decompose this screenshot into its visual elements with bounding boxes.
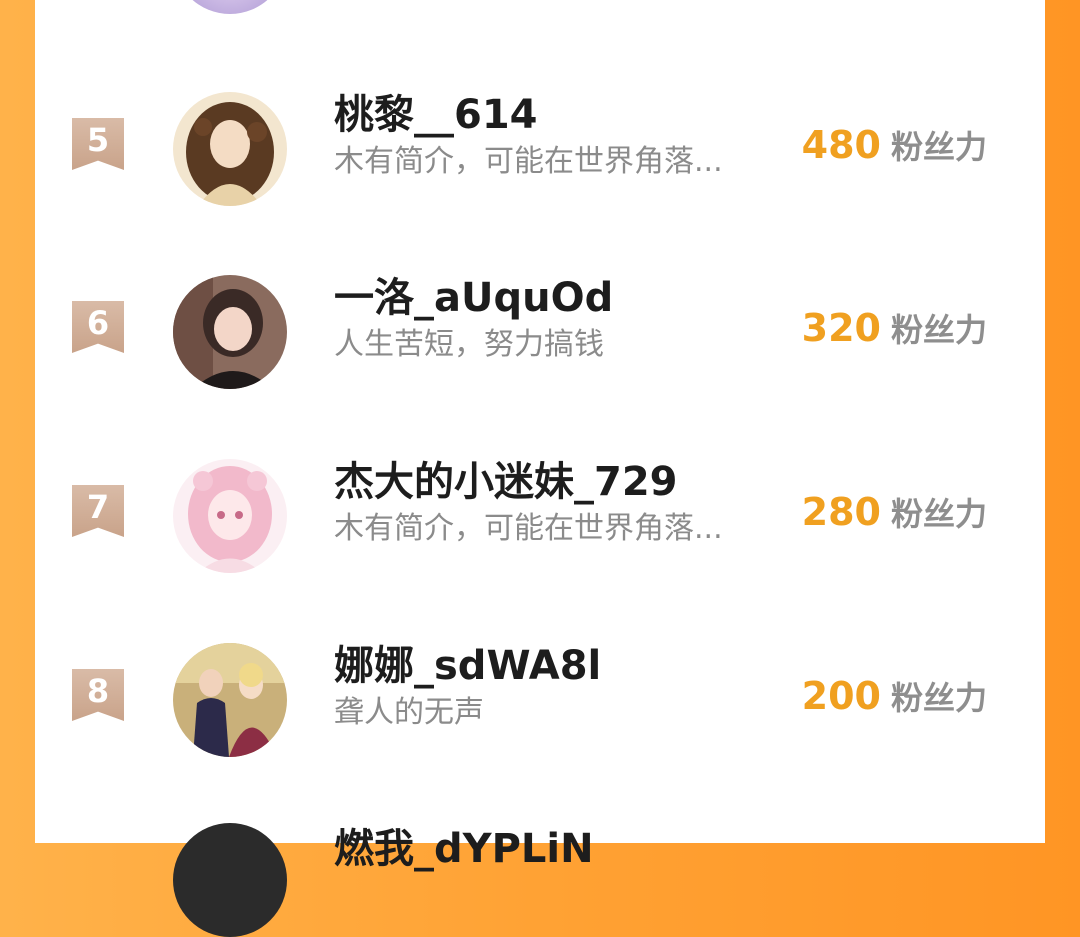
user-avatar[interactable] bbox=[173, 92, 287, 206]
fan-power: 480 粉丝力 bbox=[802, 121, 987, 177]
user-avatar[interactable] bbox=[173, 459, 287, 573]
fan-power-unit: 粉丝力 bbox=[890, 495, 987, 533]
fan-power-unit: 粉丝力 bbox=[890, 311, 987, 349]
user-avatar[interactable] bbox=[173, 275, 287, 389]
user-bio: 木有简介，可能在世界角落... bbox=[334, 144, 723, 179]
fan-power: 200 粉丝力 bbox=[802, 672, 987, 728]
leaderboard-panel: 5 桃黎__614 木有简介，可能在世界角落... 480 粉丝力 6 一洛_a… bbox=[35, 0, 1045, 937]
leaderboard-row-6[interactable]: 6 一洛_aUquOd 人生苦短，努力搞钱 320 粉丝力 bbox=[35, 268, 1045, 418]
rank-number: 8 bbox=[86, 672, 110, 710]
fan-power: 280 粉丝力 bbox=[802, 488, 987, 544]
fan-power-unit: 粉丝力 bbox=[890, 679, 987, 717]
user-name[interactable]: 一洛_aUquOd bbox=[334, 272, 613, 324]
fan-power-value: 320 bbox=[801, 306, 881, 350]
user-name[interactable]: 娜娜_sdWA8l bbox=[334, 640, 601, 692]
user-bio: 人生苦短，努力搞钱 bbox=[334, 327, 604, 362]
rank-number: 5 bbox=[86, 121, 110, 159]
rank-badge: 8 bbox=[72, 669, 124, 721]
user-bio: 聋人的无声 bbox=[334, 695, 484, 730]
rank-badge: 6 bbox=[72, 301, 124, 353]
leaderboard-row-8[interactable]: 8 娜娜_sdWA8l 聋人的无声 200 粉丝力 bbox=[35, 636, 1045, 786]
fan-power-value: 480 bbox=[801, 123, 881, 167]
fan-power-unit: 粉丝力 bbox=[890, 128, 987, 166]
fan-power-value: 200 bbox=[801, 674, 881, 718]
next-user-avatar[interactable] bbox=[173, 823, 287, 937]
leaderboard-row-7[interactable]: 7 杰大的小迷妹_729 木有简介，可能在世界角落... 280 粉丝力 bbox=[35, 452, 1045, 602]
rank-number: 7 bbox=[86, 488, 110, 526]
rank-badge: 7 bbox=[72, 485, 124, 537]
user-name[interactable]: 杰大的小迷妹_729 bbox=[334, 456, 678, 508]
leaderboard-row-5[interactable]: 5 桃黎__614 木有简介，可能在世界角落... 480 粉丝力 bbox=[35, 85, 1045, 235]
rank-number: 6 bbox=[86, 304, 110, 342]
user-bio: 木有简介，可能在世界角落... bbox=[334, 511, 723, 546]
user-avatar[interactable] bbox=[173, 643, 287, 757]
fan-power: 320 粉丝力 bbox=[802, 304, 987, 360]
next-user-name[interactable]: 燃我_dYPLiN bbox=[334, 823, 594, 875]
user-name[interactable]: 桃黎__614 bbox=[334, 89, 538, 141]
rank-badge: 5 bbox=[72, 118, 124, 170]
previous-user-avatar[interactable] bbox=[173, 0, 287, 14]
fan-power-value: 280 bbox=[801, 490, 881, 534]
